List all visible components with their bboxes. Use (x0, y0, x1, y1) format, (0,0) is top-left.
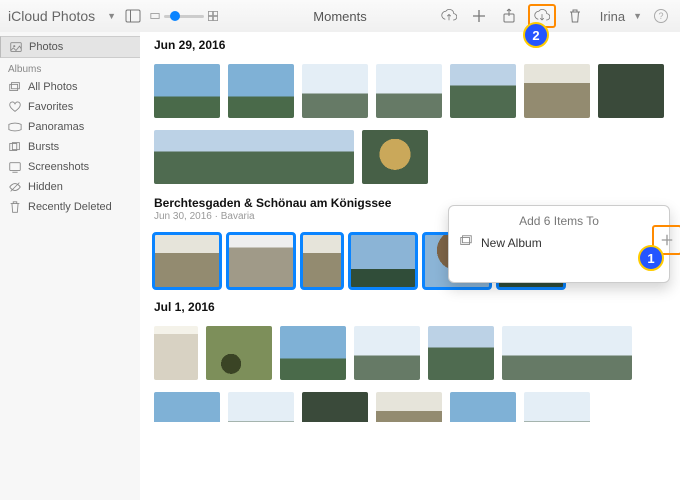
photo-thumb[interactable] (206, 326, 272, 380)
sidebar-item-bursts[interactable]: Bursts (0, 137, 140, 157)
user-name[interactable]: Irina (600, 9, 625, 24)
heart-icon (8, 100, 22, 114)
share-icon[interactable] (498, 7, 520, 25)
thumb-row (140, 386, 680, 422)
sidebar-label: Favorites (28, 101, 73, 113)
photo-thumb[interactable] (280, 326, 346, 380)
photo-thumb[interactable] (154, 234, 220, 288)
panorama-thumb[interactable] (154, 130, 354, 184)
photo-thumb[interactable] (154, 392, 220, 422)
chevron-down-icon[interactable]: ▼ (107, 11, 116, 21)
view-label: Moments (313, 9, 366, 24)
zoom-slider[interactable] (150, 11, 218, 21)
popup-title: Add 6 Items To (459, 214, 659, 228)
moment-title: Jun 29, 2016 (154, 38, 666, 52)
photo-thumb[interactable] (302, 64, 368, 118)
sidebar-label: Hidden (28, 181, 63, 193)
user-chevron-icon[interactable]: ▼ (633, 11, 642, 21)
photo-thumb[interactable] (450, 392, 516, 422)
add-to-popup: Add 6 Items To New Album (448, 205, 670, 283)
albums-header: Albums (0, 58, 140, 77)
photo-thumb[interactable] (228, 392, 294, 422)
sidebar-label: All Photos (28, 81, 78, 93)
moment-title: Jul 1, 2016 (154, 300, 666, 314)
photo-thumb[interactable] (354, 326, 420, 380)
panorama-icon (8, 120, 22, 134)
photo-thumb[interactable] (154, 326, 198, 380)
panorama-thumb[interactable] (502, 326, 632, 380)
sidebar-item-panoramas[interactable]: Panoramas (0, 117, 140, 137)
sidebar-label: Photos (29, 41, 63, 53)
stack-icon (8, 80, 22, 94)
photo-thumb[interactable] (598, 64, 664, 118)
photo-thumb[interactable] (428, 326, 494, 380)
popup-new-album-label: New Album (481, 236, 542, 250)
toolbar: iCloud Photos ▼ Moments Irina ▼ ? (0, 0, 680, 33)
thumb-row (140, 124, 680, 190)
photo-thumb[interactable] (228, 64, 294, 118)
trash-icon (8, 200, 22, 214)
sidebar-label: Recently Deleted (28, 201, 112, 213)
photo-thumb[interactable] (376, 392, 442, 422)
photo-thumb[interactable] (362, 130, 428, 184)
sidebar-item-screenshots[interactable]: Screenshots (0, 157, 140, 177)
photo-thumb[interactable] (228, 234, 294, 288)
photo-thumb[interactable] (302, 392, 368, 422)
photo-thumb[interactable] (302, 234, 342, 288)
thumb-row (140, 320, 680, 386)
screenshot-icon (8, 160, 22, 174)
album-icon (459, 234, 473, 251)
toggle-sidebar-icon[interactable] (122, 7, 144, 25)
help-icon[interactable]: ? (650, 7, 672, 25)
callout-2: 2 (523, 22, 549, 48)
photo-thumb[interactable] (376, 64, 442, 118)
photo-thumb[interactable] (350, 234, 416, 288)
photos-icon (9, 40, 23, 54)
sidebar-label: Bursts (28, 141, 59, 153)
upload-icon[interactable] (438, 7, 460, 25)
burst-icon (8, 140, 22, 154)
popup-new-album[interactable]: New Album (459, 234, 659, 251)
callout-1: 1 (638, 245, 664, 271)
sidebar-item-all[interactable]: All Photos (0, 77, 140, 97)
sidebar-item-deleted[interactable]: Recently Deleted (0, 197, 140, 217)
photo-thumb[interactable] (524, 392, 590, 422)
sidebar-label: Panoramas (28, 121, 84, 133)
sidebar-label: Screenshots (28, 161, 89, 173)
photo-thumb[interactable] (524, 64, 590, 118)
hidden-icon (8, 180, 22, 194)
svg-text:?: ? (658, 11, 663, 21)
sidebar: Photos Albums All Photos Favorites Panor… (0, 32, 141, 500)
sidebar-item-favorites[interactable]: Favorites (0, 97, 140, 117)
plus-icon[interactable] (468, 7, 490, 25)
app-title[interactable]: iCloud Photos (8, 8, 95, 24)
photo-thumb[interactable] (450, 64, 516, 118)
thumb-row (140, 58, 680, 124)
photo-thumb[interactable] (154, 64, 220, 118)
sidebar-item-hidden[interactable]: Hidden (0, 177, 140, 197)
trash-icon[interactable] (564, 7, 586, 25)
sidebar-item-photos[interactable]: Photos (0, 36, 140, 58)
